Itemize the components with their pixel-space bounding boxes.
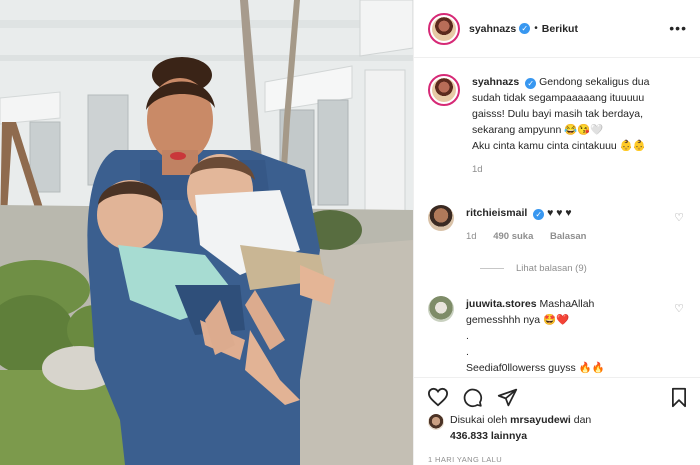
comment-body: juuwita.stores MashaAllah gemesshhh nya …: [466, 296, 690, 376]
caption-author-avatar[interactable]: [428, 74, 460, 106]
likes-conj: dan: [573, 414, 592, 426]
post-caption: syahnazs ✓ Gendong sekaligus dua sudah t…: [428, 74, 690, 178]
instagram-post: syahnazs ✓ • Berikut ••• syahnazs ✓ Gend…: [0, 0, 700, 465]
commenter-verified-badge-icon: ✓: [533, 209, 545, 220]
comment: juuwita.stores MashaAllah gemesshhh nya …: [428, 296, 690, 376]
caption-line-1: Gendong sekaligus dua: [539, 76, 650, 88]
photo-illustration: [0, 0, 413, 465]
replies-divider: [480, 268, 504, 269]
post-side-panel: syahnazs ✓ • Berikut ••• syahnazs ✓ Gend…: [413, 0, 700, 465]
liker-avatar[interactable]: [428, 414, 444, 430]
comment-like-heart-icon[interactable]: ♡: [674, 302, 684, 315]
comment-text-line-4: .: [466, 346, 469, 358]
caption-author-avatar-image: [432, 78, 456, 102]
commenter-username[interactable]: juuwita.stores: [466, 298, 537, 310]
post-photo[interactable]: [0, 0, 413, 465]
likes-count[interactable]: 436.833 lainnya: [450, 430, 527, 442]
caption-text: syahnazs ✓ Gendong sekaligus dua sudah t…: [472, 74, 649, 178]
comment-text: ♥ ♥ ♥: [547, 207, 572, 219]
commenter-username[interactable]: ritchieismail: [466, 207, 527, 219]
view-replies-label: Lihat balasan (9): [516, 263, 587, 274]
more-options-icon[interactable]: •••: [669, 20, 687, 36]
action-bar: [414, 377, 700, 417]
caption-line-5: Aku cinta kamu cinta cintakuuu 👶👶: [472, 140, 646, 152]
likes-text: Disukai oleh mrsayudewi dan 436.833 lain…: [450, 412, 591, 444]
reply-button[interactable]: Balasan: [550, 231, 586, 242]
caption-line-4: sekarang ampyunn 😂😘🤍: [472, 124, 604, 136]
comment-meta: 1d 490 suka Balasan: [466, 229, 690, 245]
comment-likes[interactable]: 490 suka: [493, 231, 533, 242]
share-icon[interactable]: [497, 387, 518, 408]
author-info: syahnazs ✓ • Berikut: [469, 23, 578, 35]
caption-username[interactable]: syahnazs: [472, 76, 519, 88]
view-replies[interactable]: Lihat balasan (9): [480, 263, 587, 274]
comment-text-line-1: MashaAllah: [539, 298, 595, 310]
comment-body: ritchieismail ✓ ♥ ♥ ♥ 1d 490 suka Balasa…: [466, 205, 690, 245]
comment-text-line-3: .: [466, 330, 469, 342]
author-avatar[interactable]: [428, 12, 460, 45]
author-avatar-image: [432, 16, 456, 41]
liker-username[interactable]: mrsayudewi: [510, 414, 571, 426]
commenter-avatar[interactable]: [428, 296, 454, 322]
comment-text-line-5: Seediaf0llowerss guyss 🔥🔥: [466, 362, 605, 374]
comment-icon[interactable]: [462, 387, 483, 408]
comment-text-line-2: gemesshhh nya 🤩❤️: [466, 314, 570, 326]
caption-line-2: sudah tidak segampaaaaang ituuuuu: [472, 92, 645, 104]
likes-prefix: Disukai oleh: [450, 414, 508, 426]
caption-line-3: gaisss! Dulu bayi masih tak berdaya,: [472, 108, 643, 120]
comment: ritchieismail ✓ ♥ ♥ ♥ 1d 490 suka Balasa…: [428, 205, 690, 245]
likes-summary: Disukai oleh mrsayudewi dan 436.833 lain…: [428, 412, 591, 444]
caption-verified-badge-icon: ✓: [525, 78, 537, 89]
post-timestamp[interactable]: 1 HARI YANG LALU: [428, 455, 502, 464]
dot-separator: •: [534, 23, 538, 34]
like-heart-icon[interactable]: [427, 387, 449, 407]
commenter-avatar[interactable]: [428, 205, 454, 231]
save-bookmark-icon[interactable]: [670, 387, 688, 408]
verified-badge-icon: ✓: [519, 23, 531, 34]
author-username[interactable]: syahnazs: [469, 23, 516, 35]
follow-button[interactable]: Berikut: [542, 23, 578, 35]
comment-time[interactable]: 1d: [466, 231, 477, 242]
caption-timestamp[interactable]: 1d: [472, 162, 649, 178]
comment-like-heart-icon[interactable]: ♡: [674, 211, 684, 224]
post-header: syahnazs ✓ • Berikut •••: [414, 0, 700, 58]
